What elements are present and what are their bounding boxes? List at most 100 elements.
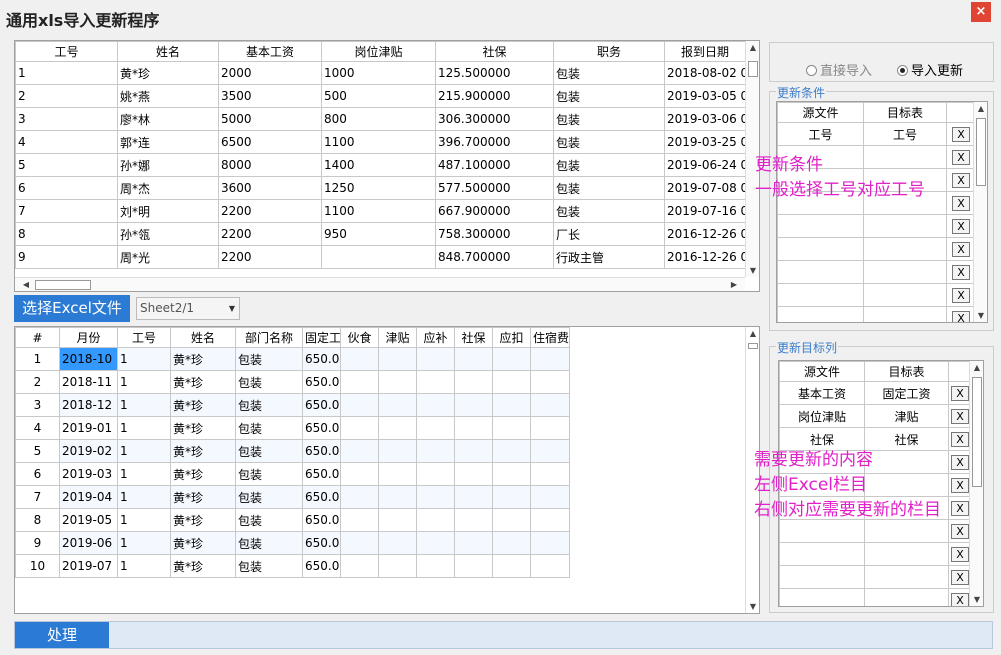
table-cell[interactable]: 1 — [117, 462, 171, 486]
source-field-cell[interactable] — [777, 214, 864, 238]
table-cell[interactable]: 800 — [321, 107, 436, 131]
table-cell[interactable] — [530, 393, 570, 417]
target-field-cell[interactable] — [863, 214, 947, 238]
table-cell[interactable]: 650.00 — [302, 347, 341, 371]
table-cell[interactable] — [416, 508, 455, 532]
mapping-row[interactable]: X — [779, 588, 972, 606]
table-cell[interactable]: 2019-02 — [59, 439, 118, 463]
table-cell[interactable] — [492, 347, 531, 371]
column-header[interactable]: 社保 — [454, 327, 493, 348]
scroll-up-icon[interactable]: ▲ — [746, 329, 759, 338]
table-cell[interactable]: 包装 — [553, 84, 665, 108]
excel-data-grid[interactable]: #月份工号姓名部门名称固定工资伙食津贴应补社保应扣住宿费 12018-101黄*… — [14, 326, 760, 614]
import-update-radio[interactable]: 导入更新 — [897, 60, 963, 79]
vertical-scrollbar[interactable]: ▲ ▼ — [973, 102, 987, 322]
mapping-row[interactable]: 岗位津贴 津贴 X — [779, 404, 972, 428]
direct-import-radio[interactable]: 直接导入 — [806, 60, 872, 79]
table-cell[interactable]: 2018-12 — [59, 393, 118, 417]
table-cell[interactable] — [416, 554, 455, 578]
table-cell[interactable]: 950 — [321, 222, 436, 246]
table-cell[interactable]: 1 — [117, 439, 171, 463]
column-header[interactable]: 工号 — [117, 327, 171, 348]
row-number[interactable]: 8 — [15, 508, 60, 532]
table-cell[interactable] — [492, 370, 531, 394]
table-cell[interactable] — [340, 370, 379, 394]
table-cell[interactable] — [340, 439, 379, 463]
table-cell[interactable]: 1250 — [321, 176, 436, 200]
table-cell[interactable] — [378, 347, 417, 371]
table-cell[interactable] — [340, 554, 379, 578]
table-cell[interactable]: 黄*珍 — [170, 439, 236, 463]
table-cell[interactable]: 姚*燕 — [117, 84, 219, 108]
source-field-cell[interactable] — [779, 542, 865, 566]
horizontal-scrollbar[interactable]: ◀ ▶ — [15, 277, 745, 291]
remove-mapping-button[interactable]: X — [952, 264, 970, 280]
table-cell[interactable]: 1 — [15, 61, 118, 85]
table-cell[interactable] — [340, 485, 379, 509]
table-cell[interactable]: 黄*珍 — [170, 416, 236, 440]
remove-mapping-button[interactable]: X — [951, 569, 969, 585]
table-cell[interactable]: 2016-12-26 0 — [664, 222, 746, 246]
table-cell[interactable]: 2019-05 — [59, 508, 118, 532]
table-cell[interactable] — [378, 393, 417, 417]
close-button[interactable]: × — [971, 2, 991, 22]
table-cell[interactable]: 577.500000 — [435, 176, 554, 200]
column-header[interactable]: 部门名称 — [235, 327, 303, 348]
table-cell[interactable]: 650.00 — [302, 531, 341, 555]
row-number[interactable]: 3 — [15, 393, 60, 417]
table-row[interactable]: 102019-071黄*珍包装650.00 — [15, 554, 570, 578]
column-header[interactable]: 报到日期 — [664, 41, 746, 62]
table-cell[interactable]: 5000 — [218, 107, 322, 131]
row-number[interactable]: 2 — [15, 370, 60, 394]
table-row[interactable]: 22018-111黄*珍包装650.00 — [15, 370, 570, 394]
table-cell[interactable] — [340, 347, 379, 371]
table-cell[interactable] — [416, 393, 455, 417]
table-cell[interactable]: 650.00 — [302, 554, 341, 578]
target-field-cell[interactable]: 津贴 — [864, 404, 949, 428]
table-cell[interactable]: 9 — [15, 245, 118, 269]
mapping-row[interactable]: X — [777, 260, 976, 284]
table-cell[interactable]: 758.300000 — [435, 222, 554, 246]
remove-mapping-button[interactable]: X — [952, 310, 970, 322]
table-cell[interactable]: 刘*明 — [117, 199, 219, 223]
table-cell[interactable] — [416, 416, 455, 440]
scroll-thumb[interactable] — [976, 118, 986, 186]
table-cell[interactable]: 4 — [15, 130, 118, 154]
table-row[interactable]: 92019-061黄*珍包装650.00 — [15, 531, 570, 555]
table-cell[interactable] — [378, 554, 417, 578]
table-cell[interactable]: 650.00 — [302, 393, 341, 417]
table-cell[interactable]: 廖*林 — [117, 107, 219, 131]
table-cell[interactable] — [378, 508, 417, 532]
table-cell[interactable] — [378, 462, 417, 486]
table-row[interactable]: 7 刘*明 2200 1100 667.900000 包装 2019-07-16 0 — [15, 199, 746, 223]
table-cell[interactable]: 500 — [321, 84, 436, 108]
table-cell[interactable]: 1 — [117, 485, 171, 509]
table-cell[interactable] — [378, 416, 417, 440]
column-header[interactable]: 伙食 — [340, 327, 379, 348]
table-cell[interactable]: 黄*珍 — [170, 554, 236, 578]
mapping-row[interactable]: 工号 工号 X — [777, 122, 976, 146]
table-cell[interactable]: 396.700000 — [435, 130, 554, 154]
column-header[interactable]: 津贴 — [378, 327, 417, 348]
target-field-cell[interactable] — [863, 283, 947, 307]
column-header[interactable]: 职务 — [553, 41, 665, 62]
column-header[interactable]: 岗位津贴 — [321, 41, 436, 62]
table-cell[interactable]: 848.700000 — [435, 245, 554, 269]
table-row[interactable]: 62019-031黄*珍包装650.00 — [15, 462, 570, 486]
table-cell[interactable]: 2018-11 — [59, 370, 118, 394]
table-cell[interactable]: 2019-07-16 0 — [664, 199, 746, 223]
table-row[interactable]: 3 廖*林 5000 800 306.300000 包装 2019-03-06 0 — [15, 107, 746, 131]
source-field-cell[interactable] — [777, 283, 864, 307]
table-cell[interactable] — [454, 347, 493, 371]
table-cell[interactable]: 黄*珍 — [170, 393, 236, 417]
column-header[interactable]: # — [15, 327, 60, 348]
table-cell[interactable] — [530, 439, 570, 463]
remove-mapping-button[interactable]: X — [951, 454, 969, 470]
scroll-thumb[interactable] — [35, 280, 91, 290]
remove-mapping-button[interactable]: X — [951, 500, 969, 516]
table-cell[interactable]: 2200 — [218, 245, 322, 269]
table-cell[interactable] — [416, 370, 455, 394]
row-number[interactable]: 9 — [15, 531, 60, 555]
table-cell[interactable]: 2000 — [218, 61, 322, 85]
table-cell[interactable]: 1 — [117, 347, 171, 371]
